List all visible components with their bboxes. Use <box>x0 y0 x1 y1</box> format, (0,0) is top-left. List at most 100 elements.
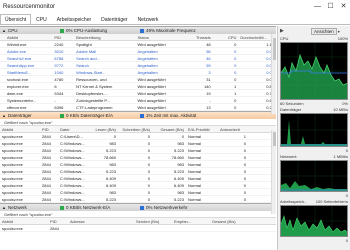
network-graph-block: Netzwerk 1 MBit/s 0 <box>278 154 350 199</box>
col-pid[interactable]: PID <box>48 219 68 224</box>
tab-cpu[interactable]: CPU <box>31 14 52 24</box>
table-row[interactable]: svchost.exe 4780 Ressourcen- und Wird ausge… <box>0 76 276 83</box>
table-row[interactable]: spoolsv.exe 2844 C:\Windows... 983 0 983 Norma… <box>0 161 276 168</box>
table-row[interactable]: Systemunterbr... - Zurückgestellte P... Wir… <box>0 97 276 104</box>
table-row[interactable]: spoolsv.exe 2844 C:\Windows... 6.409 0 6.409 N… <box>0 175 276 182</box>
table-row[interactable]: StartMenuE... 1040 Windows-Start... Angehal… <box>0 69 276 76</box>
col-description[interactable]: Beschreibung <box>74 35 135 40</box>
disk-scrollbar[interactable] <box>271 130 276 214</box>
minimize-button[interactable]: — <box>311 0 324 12</box>
disk-filter-bar: Gefiltert nach "spoolsv.exe" <box>0 119 276 126</box>
legend-square-icon <box>60 28 64 33</box>
cpu-column-header: Abbild PID Beschreibung Status Threads C… <box>0 34 276 41</box>
collapse-arrow-icon[interactable]: ▲ <box>0 113 8 118</box>
collapse-panel-icon[interactable]: ▶ <box>280 28 285 34</box>
graph-panel: ▶ Ansichten ▾ CPU 100% 60 Sekunden 0% Date… <box>277 26 350 250</box>
disk-graph-block: Datenträger 10 MB/s 0 <box>278 107 350 154</box>
col-receive[interactable]: Empfan... <box>172 219 210 224</box>
col-write[interactable]: Schreiben (B/s) <box>118 127 152 132</box>
chevron-down-icon[interactable]: ▾ <box>338 29 340 34</box>
col-send[interactable]: Senden (B/s) <box>134 219 172 224</box>
col-cpu[interactable]: CPU <box>213 35 239 40</box>
graph-min: 0 <box>345 238 348 243</box>
network-column-header: Abbild PID Adresse Senden (B/s) Empfan..… <box>0 218 276 225</box>
legend-square-icon <box>140 28 144 33</box>
table-row[interactable]: Wininit.exe 2240 Spotlight Wird ausgeführt 4… <box>0 41 276 48</box>
network-table: spoolsv.exe 2844 <box>0 225 276 232</box>
collapse-arrow-icon[interactable]: ▲ <box>0 205 8 210</box>
network-io-metric: 0 KBit/s Netzwerk-E/A <box>60 205 140 210</box>
maximize-button[interactable]: ☐ <box>324 0 337 12</box>
window-controls: — ☐ ✕ <box>311 0 350 12</box>
col-image[interactable]: Abbild <box>0 219 48 224</box>
disk-column-header: Abbild PID Datei Lesen (B/s) Schreiben (… <box>0 126 276 133</box>
cpu-scrollbar[interactable] <box>271 34 276 114</box>
table-row[interactable]: spoolsv.exe 2844 C:\Windows... 5.223 0 5.223 N… <box>0 196 276 203</box>
table-row[interactable]: spoolsv.exe 2844 C:\Windows... 78.660 0 78.66… <box>0 154 276 161</box>
table-row[interactable]: Adobe.exe3010Adobe MailAngehalten5600.00 <box>0 48 276 55</box>
tab-memory[interactable]: Arbeitsspeicher <box>52 14 96 24</box>
close-button[interactable]: ✕ <box>337 0 350 12</box>
collapse-arrow-icon[interactable]: ▲ <box>0 28 8 33</box>
memory-graph-svg <box>281 206 347 236</box>
table-row[interactable]: explorer.exe 6 NT Kernel & System Wird ausg… <box>0 83 276 90</box>
table-row[interactable]: ctfmon.exe 6396 CTF-Ladeprogramm Wird ausge… <box>0 104 276 111</box>
network-graph <box>280 160 348 192</box>
cpu-graph <box>280 42 348 100</box>
col-address[interactable]: Adresse <box>68 219 134 224</box>
tab-bar: Übersicht CPU Arbeitsspeicher Datenträge… <box>0 14 350 25</box>
col-status[interactable]: Status <box>135 35 177 40</box>
col-pid[interactable]: PID <box>40 127 58 132</box>
table-row[interactable]: spoolsv.exe 2844 C:\Windows... 5.223 0 5.223 N… <box>0 168 276 175</box>
col-image[interactable]: Abbild <box>5 35 52 40</box>
table-row[interactable]: spoolsv.exe 2844 C:\Windows... 983 0 983 Norma… <box>0 140 276 147</box>
disk-graph-svg <box>281 114 347 146</box>
cpu-frequency-metric: 49% Maximale Frequenz <box>140 28 196 33</box>
scroll-thumb[interactable] <box>273 132 276 146</box>
disk-graph <box>280 113 348 147</box>
col-read[interactable]: Lesen (B/s) <box>86 127 118 132</box>
table-row[interactable]: spoolsv.exe 2844 C:\Windows... 983 0 983 Norma… <box>0 189 276 196</box>
tab-network[interactable]: Netzwerk <box>133 14 164 24</box>
table-row[interactable]: dwm.exe 5344 Desktopfenster-... Wird ausgef… <box>0 90 276 97</box>
col-total[interactable]: Gesamt (B/s) <box>152 127 186 132</box>
cpu-section-header[interactable]: ▲ CPU 0% CPU-Auslastung 49% Maximale Fre… <box>0 26 276 34</box>
legend-square-icon <box>60 113 64 118</box>
col-file[interactable]: Datei <box>58 127 86 132</box>
network-utilization-metric: 0% Netzwerkverkehr <box>140 205 188 210</box>
cpu-usage-metric: 0% CPU-Auslastung <box>60 28 140 33</box>
network-graph-svg <box>281 161 347 191</box>
memory-graph <box>280 205 348 237</box>
legend-square-icon <box>60 205 64 210</box>
table-row[interactable]: spoolsv.exe 2844 C:\Users\D... 0 0 0 Normal 1 <box>0 133 276 140</box>
legend-square-icon <box>140 113 144 118</box>
section-title: CPU <box>8 28 18 33</box>
col-response-time[interactable]: Antwortzeit <box>218 127 248 132</box>
col-io-priority[interactable]: E/A-Priorität <box>186 127 218 132</box>
cpu-table: Wininit.exe 2240 Spotlight Wird ausgeführt 4… <box>0 41 276 111</box>
col-image[interactable]: Abbild <box>0 127 40 132</box>
tab-overview[interactable]: Übersicht <box>0 14 32 24</box>
window-titlebar: Ressourcenmonitor — ☐ ✕ <box>0 0 350 14</box>
disk-table: spoolsv.exe 2844 C:\Users\D... 0 0 0 Normal 1 s… <box>0 133 276 203</box>
scroll-thumb[interactable] <box>273 38 276 60</box>
window-title: Ressourcenmonitor <box>3 4 56 10</box>
graph-panel-toolbar: ▶ Ansichten ▾ <box>278 26 350 36</box>
section-title: Datenträger <box>8 113 32 118</box>
col-pid[interactable]: PID <box>52 35 74 40</box>
network-section-header[interactable]: ▲ Netzwerk 0 KBit/s Netzwerk-E/A 0% Netz… <box>0 203 276 211</box>
disk-section-header[interactable]: ▲ Datenträger 0 KB/s Datenträger-E/A 1% … <box>0 111 276 119</box>
network-filter-bar: Gefiltert nach "spoolsv.exe" <box>0 211 276 218</box>
tab-disk[interactable]: Datenträger <box>96 14 132 24</box>
cpu-graph-block: CPU 100% 60 Sekunden 0% <box>278 36 350 107</box>
table-row[interactable]: SearchApp.exe9772SearchAngehalten5900.00 <box>0 62 276 69</box>
col-threads[interactable]: Threads <box>177 35 213 40</box>
views-button[interactable]: Ansichten <box>311 27 337 35</box>
table-row[interactable]: spoolsv.exe 2844 <box>0 225 276 232</box>
table-row[interactable]: spoolsv.exe 2844 C:\Windows... 5.223 0 5.223 N… <box>0 147 276 154</box>
disk-activity-metric: 1% Zeit mit max. Aktivität <box>140 113 196 118</box>
table-row[interactable]: spoolsv.exe 2844 C:\Windows... 6.409 0 6.409 N… <box>0 182 276 189</box>
legend-square-icon <box>140 205 144 210</box>
table-row[interactable]: SearchUI.exe 6788 Search and... Angehalten 4… <box>0 55 276 62</box>
col-total[interactable]: Gesamt (B/s) <box>210 219 246 224</box>
